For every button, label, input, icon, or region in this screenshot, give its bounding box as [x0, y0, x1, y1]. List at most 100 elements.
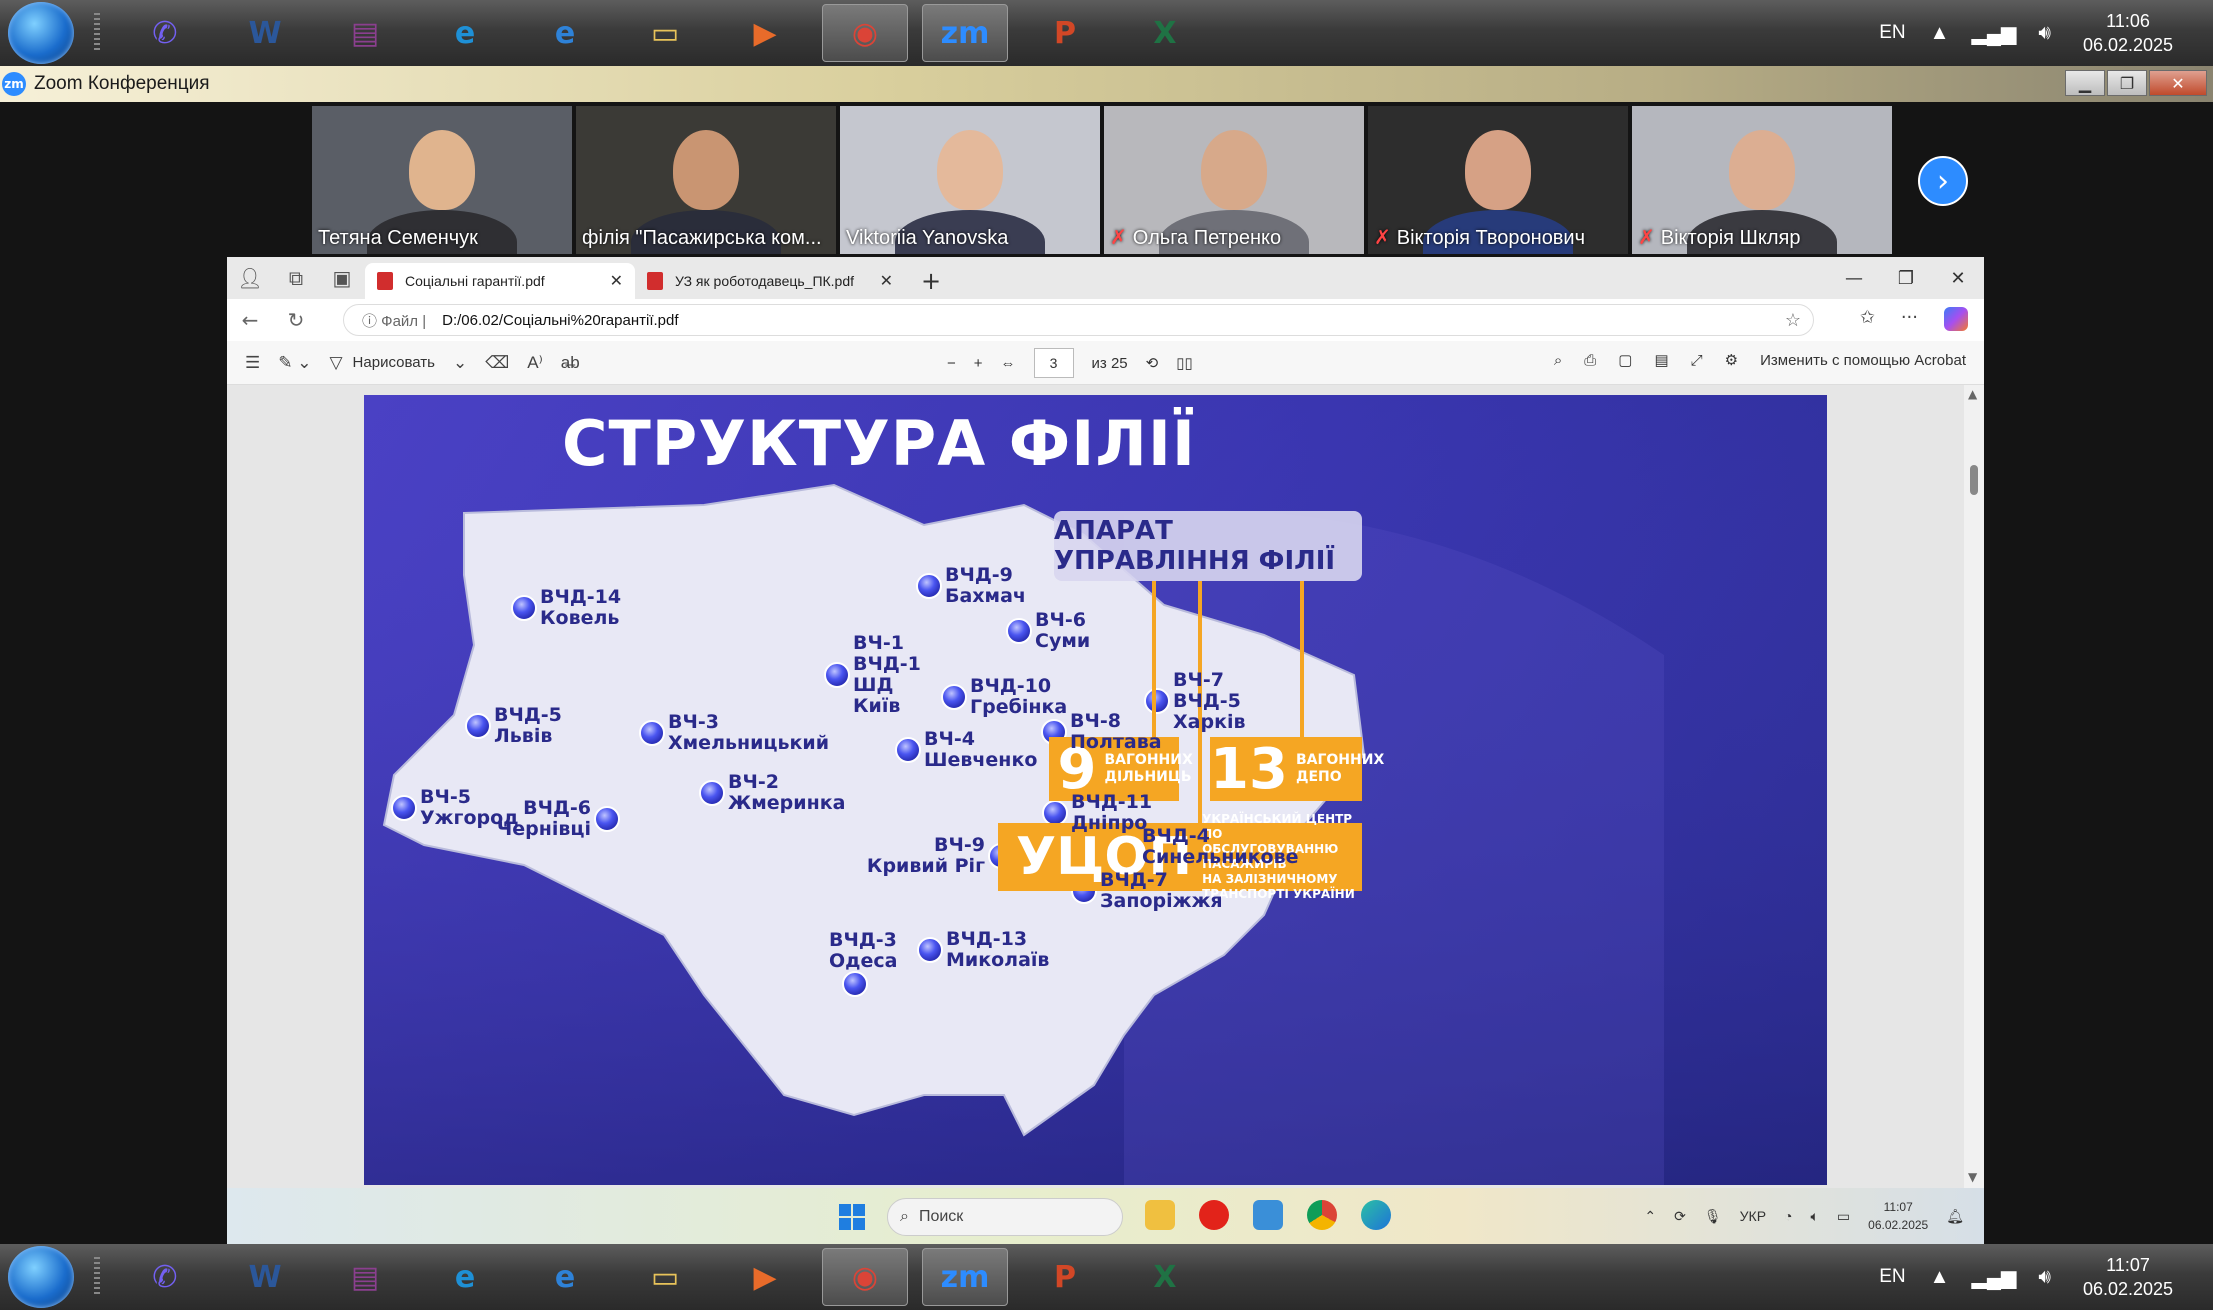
volume-icon[interactable]: 🔈︎	[1811, 1208, 1819, 1225]
volume-icon[interactable]: 🔊︎	[2038, 22, 2051, 45]
favorite-star-icon[interactable]: ☆	[1785, 310, 1801, 331]
powerpoint-icon[interactable]: P	[1022, 1248, 1108, 1306]
start-button[interactable]	[8, 1246, 74, 1308]
taskbar-grip[interactable]	[94, 1257, 100, 1297]
favorites-icon[interactable]: ✩	[1860, 307, 1875, 331]
taskbar-grip[interactable]	[94, 13, 100, 53]
scroll-thumb[interactable]	[1970, 465, 1978, 495]
rotate-icon[interactable]: ⟲	[1146, 354, 1159, 372]
edge-icon[interactable]: e	[422, 1248, 508, 1306]
tab-social-guarantees[interactable]: Соціальні гарантії.pdf ✕	[365, 263, 635, 299]
excel-icon[interactable]: X	[1122, 4, 1208, 62]
minimize-icon[interactable]: ▁	[2065, 70, 2105, 96]
read-aloud-icon[interactable]: A⁾	[527, 353, 543, 373]
zoom-in-icon[interactable]: +	[974, 355, 983, 372]
tab-actions-icon[interactable]: ▣	[319, 257, 365, 299]
participant-tile[interactable]: філія "Пасажирська ком...	[576, 106, 836, 254]
viber-icon[interactable]: ✆	[122, 1248, 208, 1306]
windows-start-icon[interactable]	[839, 1204, 865, 1230]
new-tab-icon[interactable]: +	[921, 267, 941, 295]
tray-expand-icon[interactable]: ⌃	[1644, 1208, 1656, 1225]
translate-icon[interactable]: a̶b	[561, 353, 580, 373]
edit-with-acrobat-button[interactable]: Изменить с помощью Acrobat	[1760, 352, 1966, 369]
internet-explorer-icon[interactable]: e	[522, 1248, 608, 1306]
file-explorer-icon[interactable]: ▭	[622, 4, 708, 62]
volume-icon[interactable]: 🔊︎	[2038, 1266, 2051, 1289]
battery-icon[interactable]: ▭	[1837, 1208, 1850, 1225]
internet-explorer-icon[interactable]: e	[522, 4, 608, 62]
winrar-icon[interactable]: ▤	[322, 1248, 408, 1306]
chrome-icon[interactable]: ◉	[822, 1248, 908, 1306]
save-icon[interactable]: ▢	[1618, 351, 1632, 369]
edge-icon[interactable]: e	[422, 4, 508, 62]
file-explorer-icon[interactable]: ▭	[622, 1248, 708, 1306]
media-player-icon[interactable]: ▶	[722, 4, 808, 62]
signal-icon[interactable]: ▂▄▆	[1971, 21, 2016, 46]
remote-language[interactable]: УКР	[1740, 1208, 1766, 1224]
scroll-up-icon[interactable]: ▲	[1968, 387, 1977, 401]
copilot-icon[interactable]	[1944, 307, 1968, 331]
pdf-viewer[interactable]: СТРУКТУРА ФІЛІЇ АПАРАТ УПРАВЛІННЯ ФІЛІЇ …	[227, 385, 1984, 1188]
tray-expand-icon[interactable]: ▲	[1930, 1266, 1950, 1289]
search-icon[interactable]: ⌕	[1554, 352, 1562, 369]
scroll-down-icon[interactable]: ▼	[1968, 1170, 1977, 1184]
page-view-icon[interactable]: ▯▯	[1176, 354, 1193, 372]
notification-icon[interactable]: 🔔︎	[1946, 1208, 1964, 1225]
microphone-icon[interactable]: 🎙︎	[1704, 1208, 1722, 1225]
participant-tile[interactable]: ✗ Ольга Петренко	[1104, 106, 1364, 254]
draw-dropdown-icon[interactable]: ⌄	[453, 353, 467, 373]
fit-page-icon[interactable]: ⇔	[1001, 355, 1016, 372]
chrome-icon[interactable]: ◉	[822, 4, 908, 62]
more-icon[interactable]: ···	[1901, 307, 1918, 331]
close-icon[interactable]: ✕	[2149, 70, 2207, 96]
clock[interactable]: 11:06 06.02.2025	[2073, 9, 2183, 57]
participant-tile[interactable]: ✗ Вікторія Творонович	[1368, 106, 1628, 254]
word-icon[interactable]: W	[222, 1248, 308, 1306]
viewer-scrollbar[interactable]: ▲ ▼	[1964, 385, 1984, 1188]
excel-icon[interactable]: X	[1122, 1248, 1208, 1306]
remote-clock[interactable]: 11:07 06.02.2025	[1868, 1198, 1928, 1234]
winrar-icon[interactable]: ▤	[322, 4, 408, 62]
powerpoint-icon[interactable]: P	[1022, 4, 1108, 62]
close-tab-icon[interactable]: ✕	[880, 271, 893, 291]
language-indicator[interactable]: EN	[1879, 22, 1905, 44]
zoom-out-icon[interactable]: −	[947, 355, 956, 372]
media-player-icon[interactable]: ▶	[722, 1248, 808, 1306]
settings-icon[interactable]: ⚙	[1725, 351, 1738, 369]
word-icon[interactable]: W	[222, 4, 308, 62]
profile-icon[interactable]: 👤︎	[227, 257, 273, 299]
highlight-icon[interactable]: ✎ ⌄	[278, 353, 311, 373]
zoom-icon[interactable]: zm	[922, 4, 1008, 62]
sync-icon[interactable]: ⟳	[1674, 1208, 1686, 1225]
tab-employer[interactable]: УЗ як роботодавець_ПК.pdf ✕	[635, 263, 905, 299]
participant-tile[interactable]: Viktoriia Yanovska	[840, 106, 1100, 254]
folder-icon[interactable]	[1145, 1200, 1175, 1230]
chrome-icon[interactable]	[1307, 1200, 1337, 1230]
viber-icon[interactable]: ✆	[122, 4, 208, 62]
clock[interactable]: 11:07 06.02.2025	[2073, 1253, 2183, 1301]
workspaces-icon[interactable]: ⧉	[273, 257, 319, 299]
address-bar[interactable]: ⓘ Файл | D:/06.02/Соціальні%20гарантії.p…	[343, 304, 1814, 336]
participant-tile[interactable]: Тетяна Семенчук	[312, 106, 572, 254]
print-icon[interactable]: ⎙	[1584, 352, 1596, 369]
restore-icon[interactable]: ❐	[2107, 70, 2147, 96]
opera-icon[interactable]	[1199, 1200, 1229, 1230]
page-number-input[interactable]: 3	[1033, 348, 1074, 378]
close-tab-icon[interactable]: ✕	[610, 271, 623, 291]
edge-icon[interactable]	[1361, 1200, 1391, 1230]
tray-expand-icon[interactable]: ▲	[1930, 22, 1950, 45]
signal-icon[interactable]: ▂▄▆	[1971, 1265, 2016, 1290]
next-page-icon[interactable]: ›	[1918, 156, 1968, 206]
language-indicator[interactable]: EN	[1879, 1266, 1905, 1288]
taskbar-search[interactable]: ⌕ Поиск	[887, 1198, 1123, 1236]
contents-icon[interactable]: ☰	[245, 353, 260, 373]
save-as-icon[interactable]: ▤	[1654, 351, 1668, 369]
wifi-icon[interactable]: ◔	[1784, 1208, 1792, 1224]
draw-icon[interactable]: ▽	[329, 353, 342, 373]
participant-tile[interactable]: ✗ Вікторія Шкляр	[1632, 106, 1892, 254]
draw-button[interactable]: Нарисовать	[353, 354, 435, 371]
refresh-icon[interactable]: ↻	[273, 308, 319, 332]
eraser-icon[interactable]: ⌫	[485, 353, 509, 373]
minimize-icon[interactable]: —	[1828, 257, 1880, 299]
zoom-icon[interactable]: zm	[922, 1248, 1008, 1306]
